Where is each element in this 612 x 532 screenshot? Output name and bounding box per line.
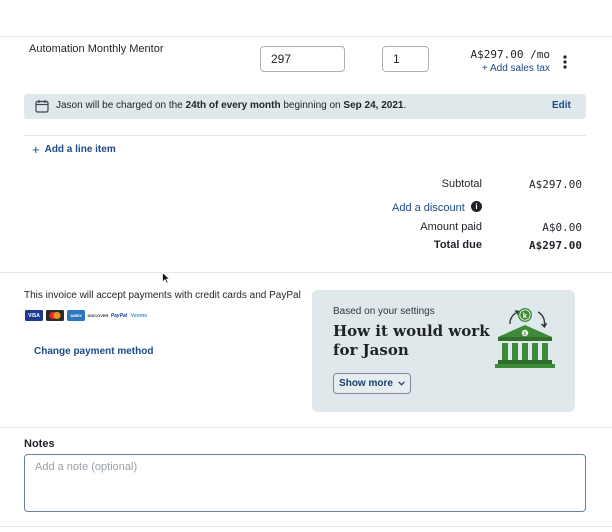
payment-description: This invoice will accept payments with c… <box>24 290 301 301</box>
discover-logo: DISCOVER <box>88 310 108 321</box>
amount-paid-label: Amount paid <box>420 221 482 233</box>
total-due-value: A$297.00 <box>529 239 582 252</box>
billing-schedule-notice: Jason will be charged on the 24th of eve… <box>24 94 586 119</box>
paypal-logo: PayPal <box>110 310 128 321</box>
card-title-line-2: for Jason <box>333 341 409 359</box>
subtotal-value: A$297.00 <box>529 178 582 191</box>
amex-logo: AMEX <box>67 310 85 321</box>
how-it-works-card: Based on your settings How it would work… <box>312 290 575 412</box>
card-eyebrow: Based on your settings <box>333 306 435 317</box>
divider-line-items <box>24 135 586 136</box>
total-due-label: Total due <box>433 239 482 251</box>
more-options-icon[interactable] <box>560 54 570 70</box>
divider-payment <box>0 427 612 428</box>
svg-text:k: k <box>523 312 528 320</box>
add-line-item-button[interactable]: + Add a line item <box>32 142 116 157</box>
add-sales-tax-link[interactable]: + Add sales tax <box>470 63 550 74</box>
visa-logo: VISA <box>25 310 43 321</box>
notes-label: Notes <box>24 438 55 450</box>
mouse-cursor-icon <box>162 271 171 284</box>
calendar-icon <box>35 99 49 113</box>
card-title-line-1: How it would work <box>333 322 490 340</box>
schedule-text-suffix: . <box>403 100 407 111</box>
notes-textarea[interactable]: Add a note (optional) <box>24 454 586 512</box>
billing-schedule-text: Jason will be charged on the 24th of eve… <box>56 100 406 111</box>
show-more-button[interactable]: Show more <box>333 373 411 394</box>
change-payment-method-link[interactable]: Change payment method <box>34 346 153 357</box>
quantity-input[interactable]: 1 <box>382 46 429 72</box>
chevron-down-icon <box>398 378 405 389</box>
add-discount-link[interactable]: Add a discount <box>392 202 465 214</box>
divider-summary <box>0 272 612 273</box>
divider-top <box>0 36 612 37</box>
mastercard-logo <box>46 310 64 321</box>
schedule-text-prefix: Jason will be charged on the <box>56 100 186 111</box>
line-item-amount: A$297.00 /mo <box>470 48 550 61</box>
card-title: How it would work for Jason <box>333 322 490 360</box>
schedule-start-date: Sep 24, 2021 <box>343 100 404 111</box>
svg-text:$: $ <box>523 331 526 337</box>
info-icon[interactable]: i <box>471 201 482 212</box>
schedule-text-mid: beginning on <box>280 100 344 111</box>
bank-icon: k $ <box>494 304 556 370</box>
add-line-item-label: Add a line item <box>44 144 116 155</box>
edit-schedule-link[interactable]: Edit <box>552 100 571 111</box>
venmo-logo: Venmo <box>130 310 148 321</box>
show-more-label: Show more <box>339 378 393 389</box>
divider-bottom <box>0 526 612 527</box>
amount-paid-value: A$0.00 <box>542 221 582 234</box>
price-input[interactable]: 297 <box>260 46 345 72</box>
schedule-day: 24th of every month <box>185 100 281 111</box>
subtotal-label: Subtotal <box>441 178 482 190</box>
line-item-name: Automation Monthly Mentor <box>29 43 164 55</box>
plus-icon: + <box>32 142 40 157</box>
